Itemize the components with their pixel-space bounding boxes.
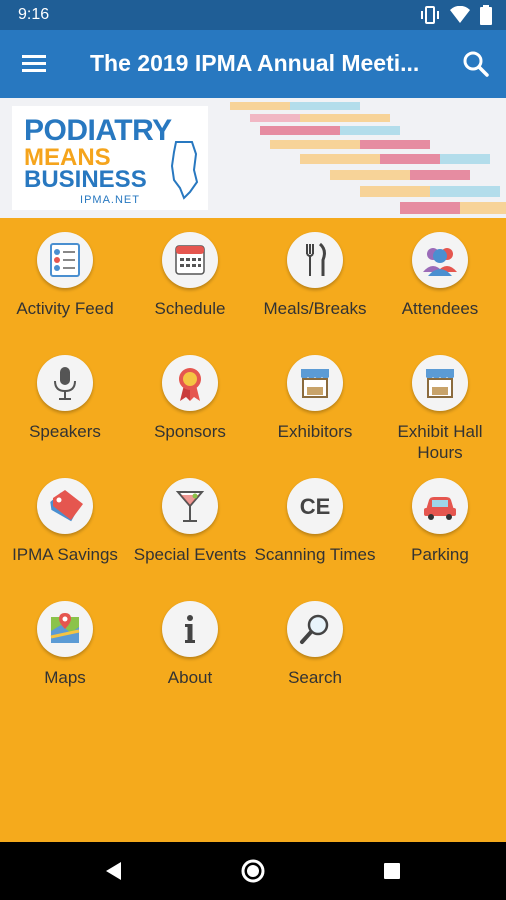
booth-icon — [287, 355, 343, 411]
back-button[interactable] — [101, 858, 127, 884]
fork-knife-icon — [287, 232, 343, 288]
magnifier-icon — [287, 601, 343, 657]
booth-icon — [412, 355, 468, 411]
tile-label: Search — [288, 668, 342, 687]
ipma-logo: PODIATRY MEANS BUSINESS IPMA.NET — [12, 106, 208, 210]
logo-url: IPMA.NET — [80, 194, 140, 206]
back-triangle-icon — [106, 862, 121, 880]
tile-label: Parking — [411, 545, 469, 564]
cocktail-icon — [162, 478, 218, 534]
microphone-icon — [37, 355, 93, 411]
tile-label: Activity Feed — [16, 299, 114, 318]
tile-label: Attendees — [401, 299, 479, 318]
tag-icon — [37, 478, 93, 534]
svg-text:CE: CE — [300, 494, 331, 519]
hamburger-icon — [22, 55, 46, 72]
tile-label: Sponsors — [154, 422, 226, 441]
activity-feed-icon — [37, 232, 93, 288]
home-button[interactable] — [240, 858, 266, 884]
recents-button[interactable] — [379, 858, 405, 884]
logo-line3: BUSINESS — [24, 166, 147, 193]
tile-label: Meals/Breaks — [263, 299, 367, 318]
status-bar: 9:16 — [0, 0, 506, 30]
info-icon — [162, 601, 218, 657]
system-nav-bar — [0, 842, 506, 900]
menu-button[interactable] — [18, 50, 52, 78]
map-icon — [37, 601, 93, 657]
calendar-icon — [162, 232, 218, 288]
menu-grid: Activity Feed Schedule Meals/Breaks Atte… — [0, 218, 506, 842]
ce-icon: CE — [287, 478, 343, 534]
app-bar: The 2019 IPMA Annual Meeti... — [0, 30, 506, 98]
battery-icon — [480, 5, 492, 25]
status-time: 9:16 — [18, 6, 50, 23]
people-icon — [412, 232, 468, 288]
page-title: The 2019 IPMA Annual Meeti... — [90, 50, 420, 76]
recents-square-icon — [384, 863, 400, 879]
search-button[interactable] — [460, 48, 492, 80]
car-icon — [412, 478, 468, 534]
tile-label: Scanning Times — [254, 545, 376, 564]
vibrate-icon — [421, 6, 439, 24]
tile-label: IPMA Savings — [12, 545, 118, 564]
tile-label: Speakers — [29, 422, 101, 441]
home-circle-icon — [241, 859, 265, 883]
wifi-icon — [450, 6, 470, 23]
tile-label: Exhibit Hall Hours — [397, 422, 483, 462]
ribbon-icon — [162, 355, 218, 411]
tile-label: Maps — [44, 668, 86, 687]
tile-label: Special Events — [133, 545, 247, 564]
status-icons — [420, 5, 492, 25]
banner: PODIATRY MEANS BUSINESS IPMA.NET — [0, 98, 506, 218]
tile-label: About — [167, 668, 213, 687]
tile-label: Schedule — [154, 299, 226, 318]
tile-label: Exhibitors — [277, 422, 353, 441]
logo-line1: PODIATRY — [24, 114, 172, 147]
search-icon — [463, 51, 489, 77]
illinois-map-icon — [170, 141, 199, 200]
